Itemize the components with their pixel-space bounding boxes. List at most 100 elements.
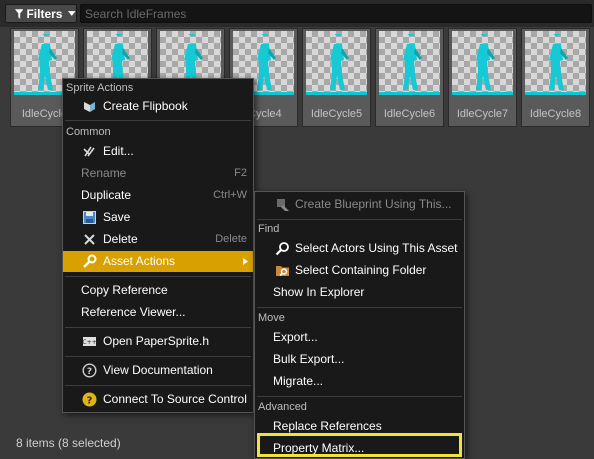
menu-item-label: Edit... bbox=[103, 144, 134, 158]
bulk-export-item[interactable]: Bulk Export... bbox=[255, 349, 464, 370]
save-item[interactable]: Save bbox=[63, 207, 253, 228]
search-input[interactable] bbox=[80, 4, 592, 23]
content-browser-toolbar: Filters bbox=[0, 0, 594, 27]
rename-item[interactable]: Rename F2 bbox=[63, 163, 253, 184]
menu-section-common: Common bbox=[66, 126, 111, 138]
item-count-status: 8 items (8 selected) bbox=[16, 436, 121, 450]
duplicate-item[interactable]: Duplicate Ctrl+W bbox=[63, 185, 253, 206]
cpp-file-icon: C++ bbox=[82, 337, 97, 346]
blueprint-icon bbox=[277, 199, 289, 211]
character-sprite-icon bbox=[549, 34, 568, 90]
character-sprite-icon bbox=[38, 34, 57, 90]
edit-icon bbox=[83, 146, 95, 157]
menu-divider bbox=[257, 307, 462, 308]
select-actors-item[interactable]: Select Actors Using This Asset bbox=[255, 238, 464, 259]
menu-item-label: Select Actors Using This Asset bbox=[295, 241, 458, 255]
filters-button[interactable]: Filters bbox=[5, 4, 77, 23]
menu-divider bbox=[257, 396, 462, 397]
menu-section-sprite-actions: Sprite Actions bbox=[66, 82, 134, 94]
menu-item-label: Rename bbox=[81, 166, 127, 180]
filters-label: Filters bbox=[26, 6, 63, 21]
sprite-thumbnail bbox=[452, 31, 513, 92]
tile-label: IdleCycle8 bbox=[529, 108, 582, 120]
menu-item-label: View Documentation bbox=[103, 363, 213, 377]
character-sprite-icon bbox=[476, 34, 495, 90]
menu-item-label: Create Blueprint Using This... bbox=[295, 197, 452, 211]
asset-actions-submenu: Create Blueprint Using This... Find Sele… bbox=[254, 191, 465, 459]
menu-item-label: Reference Viewer... bbox=[81, 305, 186, 319]
menu-divider bbox=[65, 276, 251, 277]
asset-tile-idlecycle5[interactable]: IdleCycle5 bbox=[302, 28, 371, 127]
save-icon bbox=[83, 211, 96, 224]
menu-item-label: Copy Reference bbox=[81, 283, 168, 297]
menu-divider bbox=[65, 327, 251, 328]
folder-search-icon bbox=[276, 266, 289, 277]
menu-item-label: Delete bbox=[103, 232, 138, 246]
search-icon bbox=[275, 242, 289, 256]
flipbook-icon bbox=[84, 102, 95, 112]
asset-tile-idlecycle7[interactable]: IdleCycle7 bbox=[448, 28, 517, 127]
shortcut-label: Ctrl+W bbox=[213, 189, 247, 201]
menu-item-label: Select Containing Folder bbox=[295, 263, 427, 277]
source-control-icon: ? bbox=[82, 392, 97, 407]
menu-divider bbox=[65, 356, 251, 357]
edit-item[interactable]: Edit... bbox=[63, 141, 253, 162]
show-in-explorer-item[interactable]: Show In Explorer bbox=[255, 282, 464, 303]
connect-source-control-item[interactable]: ? Connect To Source Control bbox=[63, 389, 253, 410]
chevron-down-icon bbox=[68, 10, 76, 16]
menu-item-label: Duplicate bbox=[81, 188, 132, 202]
sprite-thumbnail bbox=[306, 31, 367, 92]
svg-text:?: ? bbox=[87, 367, 92, 377]
open-header-item[interactable]: C++ Open PaperSprite.h bbox=[63, 331, 253, 352]
sprite-type-stripe bbox=[306, 92, 367, 95]
sprite-type-stripe bbox=[452, 92, 513, 95]
tile-label: Cycle4 bbox=[248, 108, 282, 120]
menu-divider bbox=[257, 219, 462, 220]
export-item[interactable]: Export... bbox=[255, 327, 464, 348]
property-matrix-highlight-box bbox=[257, 433, 462, 457]
select-folder-item[interactable]: Select Containing Folder bbox=[255, 260, 464, 281]
copy-reference-item[interactable]: Copy Reference bbox=[63, 280, 253, 301]
menu-section-move: Move bbox=[258, 312, 285, 324]
create-blueprint-item[interactable]: Create Blueprint Using This... bbox=[255, 194, 464, 215]
menu-divider bbox=[65, 385, 251, 386]
sprite-thumbnail bbox=[379, 31, 440, 92]
shortcut-label: Delete bbox=[215, 233, 247, 245]
tile-label: IdleCycle5 bbox=[310, 108, 363, 120]
reference-viewer-item[interactable]: Reference Viewer... bbox=[63, 302, 253, 323]
asset-context-menu: Sprite Actions Create Flipbook Common Ed… bbox=[62, 78, 254, 413]
menu-item-label: Save bbox=[103, 210, 131, 224]
character-sprite-icon bbox=[403, 34, 422, 90]
sprite-thumbnail bbox=[525, 31, 586, 92]
menu-divider bbox=[65, 120, 251, 121]
sprite-type-stripe bbox=[379, 92, 440, 95]
menu-item-label: Migrate... bbox=[273, 374, 324, 388]
delete-item[interactable]: Delete Delete bbox=[63, 229, 253, 250]
chevron-right-icon bbox=[243, 258, 248, 265]
asset-actions-item[interactable]: Asset Actions bbox=[63, 251, 253, 272]
character-sprite-icon bbox=[330, 34, 349, 90]
wrench-icon bbox=[83, 254, 97, 268]
menu-section-advanced: Advanced bbox=[258, 401, 307, 413]
tile-label: IdleCycle6 bbox=[383, 108, 436, 120]
shortcut-label: F2 bbox=[234, 167, 247, 179]
menu-item-label: Bulk Export... bbox=[273, 352, 345, 366]
create-flipbook-item[interactable]: Create Flipbook bbox=[63, 96, 253, 117]
menu-item-label: Open PaperSprite.h bbox=[103, 334, 210, 348]
asset-tile-idlecycle8[interactable]: IdleCycle8 bbox=[521, 28, 590, 127]
help-icon: ? bbox=[82, 363, 97, 378]
menu-item-label: Show In Explorer bbox=[273, 285, 365, 299]
migrate-item[interactable]: Migrate... bbox=[255, 371, 464, 392]
menu-item-label: Connect To Source Control bbox=[103, 392, 247, 406]
menu-section-find: Find bbox=[258, 223, 280, 235]
sprite-type-stripe bbox=[525, 92, 586, 95]
tile-label: IdleCycle7 bbox=[456, 108, 509, 120]
funnel-icon bbox=[15, 8, 24, 19]
menu-item-label: Export... bbox=[273, 330, 318, 344]
asset-tile-idlecycle6[interactable]: IdleCycle6 bbox=[375, 28, 444, 127]
menu-item-label: Create Flipbook bbox=[103, 99, 188, 113]
view-documentation-item[interactable]: ? View Documentation bbox=[63, 360, 253, 381]
menu-item-label: Asset Actions bbox=[103, 254, 176, 268]
svg-text:?: ? bbox=[87, 396, 93, 407]
svg-text:C++: C++ bbox=[82, 339, 96, 346]
